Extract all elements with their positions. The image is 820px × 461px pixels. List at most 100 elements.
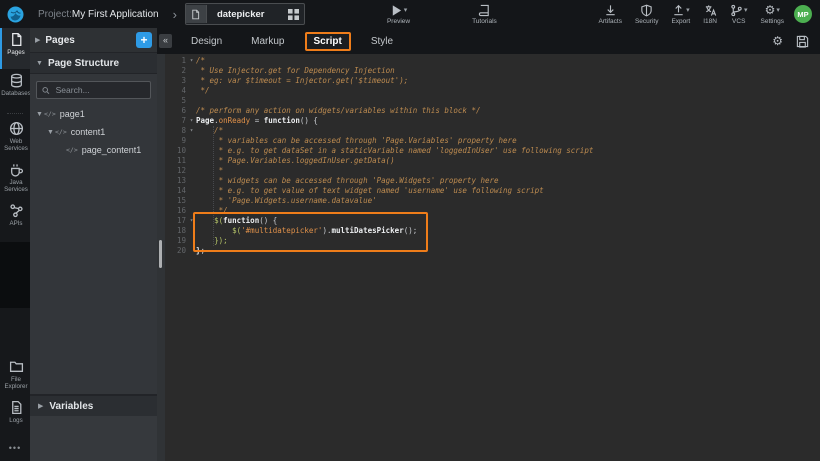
topbar-tool-artifacts[interactable]: Artifacts [598,4,621,25]
rail-item-java-services[interactable]: Java Services [0,158,30,199]
code-line-5[interactable]: 5 [165,96,820,106]
fold-gutter [187,206,196,216]
gear-icon: ⚙ [765,4,776,16]
topbar-tool-i18n[interactable]: I18N [703,4,717,25]
preview-button[interactable]: ▾ Preview [387,4,410,25]
tool-label: Settings [761,18,785,25]
code-line-7[interactable]: 7▾Page.onReady = function() { [165,116,820,126]
tutorials-button[interactable]: Tutorials [472,4,497,25]
code-line-1[interactable]: 1▾/* [165,56,820,66]
rail-item-label: APIs [8,220,23,227]
chevron-down-icon: ▾ [776,7,780,14]
code-line-6[interactable]: 6/* perform any action on widgets/variab… [165,106,820,116]
code-lines: 1▾/*2 * Use Injector.get for Dependency … [165,54,820,256]
project-name[interactable]: My First Application [72,9,159,20]
variables-header[interactable]: ▶ Variables [30,395,157,416]
line-number: 13 [165,176,187,186]
user-avatar[interactable]: MP [794,5,812,23]
database-icon [9,73,24,88]
code-text: * [196,166,820,176]
code-line-2[interactable]: 2 * Use Injector.get for Dependency Inje… [165,66,820,76]
fold-gutter [187,136,196,146]
line-number: 7 [165,116,187,126]
code-line-18[interactable]: 18 $('#multidatepicker').multiDatesPicke… [165,226,820,236]
page-file-icon[interactable] [186,5,207,23]
code-line-9[interactable]: 9 * variables can be accessed through 'P… [165,136,820,146]
search-box[interactable] [36,81,151,99]
tree-item-page_content1[interactable]: </>page_content1 [30,141,157,159]
tree-item-content1[interactable]: ▼</>content1 [30,123,157,141]
topbar-tool-security[interactable]: Security [635,4,658,25]
code-line-19[interactable]: 19 }); [165,236,820,246]
tool-label: VCS [732,18,745,25]
line-number: 20 [165,246,187,256]
topbar-tool-settings[interactable]: ⚙▾ Settings [761,4,785,25]
caret-down-icon: ▼ [36,60,43,67]
code-line-4[interactable]: 4 */ [165,86,820,96]
rail-item-logs[interactable]: Logs [0,396,30,437]
code-line-8[interactable]: 8▾ /* [165,126,820,136]
grid-menu-icon[interactable] [283,9,304,20]
tab-design[interactable]: Design [182,32,231,51]
search-input[interactable] [54,84,145,96]
tab-style[interactable]: Style [362,32,402,51]
page-structure-header[interactable]: ▼ Page Structure [30,53,157,74]
fold-arrow-icon[interactable]: ▾ [187,126,196,136]
rail-item-label: Java Services [2,179,30,193]
more-dots-icon[interactable]: ••• [0,437,30,461]
rail-item-pages[interactable]: Pages [0,28,30,69]
tree-item-page1[interactable]: ▼</>page1 [30,105,157,123]
line-number: 17 [165,216,187,226]
tab-script[interactable]: Script [305,32,351,51]
pages-panel-header[interactable]: ▶ Pages + [30,28,157,53]
line-number: 6 [165,106,187,116]
variables-title: Variables [49,401,93,412]
topbar-tool-export[interactable]: ▾Export [671,4,690,25]
code-text: }); [196,236,820,246]
code-line-15[interactable]: 15 * 'Page.Widgets.username.datavalue' [165,196,820,206]
rail-item-label: Logs [8,417,23,424]
line-number: 18 [165,226,187,236]
rail-item-web-services[interactable]: Web Services [0,117,30,158]
code-line-20[interactable]: 20}; [165,246,820,256]
code-line-13[interactable]: 13 * widgets can be accessed through 'Pa… [165,176,820,186]
line-number: 5 [165,96,187,106]
scrollbar-thumb[interactable] [159,240,162,268]
fold-gutter [187,196,196,206]
fold-arrow-icon[interactable]: ▾ [187,56,196,66]
code-line-16[interactable]: 16 */ [165,206,820,216]
rail-item-file-explorer[interactable]: File Explorer [0,355,30,396]
tutorials-icon [478,4,491,17]
fold-gutter [187,106,196,116]
code-line-17[interactable]: 17▾ $(function() { [165,216,820,226]
search-icon [42,86,50,95]
fold-arrow-icon[interactable]: ▾ [187,116,196,126]
code-line-14[interactable]: 14 * e.g. to get value of text widget na… [165,186,820,196]
caret-down-icon[interactable]: ▼ [46,129,55,136]
page-structure-title: Page Structure [48,58,119,69]
editor-settings-gear-icon[interactable]: ⚙ [772,35,783,47]
collapse-panel-button[interactable]: « [159,34,172,48]
tab-markup[interactable]: Markup [242,32,293,51]
wavemaker-logo[interactable] [0,0,30,28]
rail-item-apis[interactable]: APIs [0,199,30,240]
caret-down-icon[interactable]: ▼ [35,111,44,118]
code-line-3[interactable]: 3 * eg: var $timeout = Injector.get('$ti… [165,76,820,86]
topbar-tool-vcs[interactable]: ▾VCS [730,4,748,25]
rail-item-databases[interactable]: Databases [0,69,30,110]
breadcrumb-chevron-icon: › [173,7,177,22]
code-text: Page.onReady = function() { [196,116,820,126]
add-page-button[interactable]: + [136,32,152,48]
fold-arrow-icon[interactable]: ▾ [187,216,196,226]
code-line-12[interactable]: 12 * [165,166,820,176]
code-line-10[interactable]: 10 * e.g. to get dataSet in a staticVari… [165,146,820,156]
script-editor[interactable]: 1▾/*2 * Use Injector.get for Dependency … [165,54,820,461]
panel-scrollbar[interactable] [157,54,165,461]
page-icon [9,32,24,47]
page-tab-datepicker[interactable]: datepicker [185,3,305,25]
code-line-11[interactable]: 11 * Page.Variables.loggedInUser.getData… [165,156,820,166]
code-text: * widgets can be accessed through 'Page.… [196,176,820,186]
tool-label: Security [635,18,658,25]
play-icon [390,4,403,17]
save-icon[interactable] [796,35,809,48]
